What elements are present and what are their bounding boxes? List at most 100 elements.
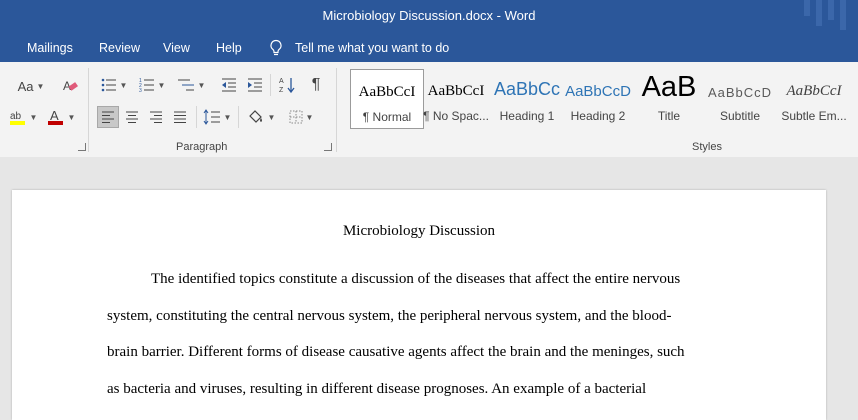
chevron-down-icon: ▼ bbox=[305, 112, 314, 122]
style-name: Heading 2 bbox=[570, 109, 626, 123]
align-right-button[interactable] bbox=[145, 106, 167, 128]
ribbon-tab-bar: Mailings Review View Help Tell me what y… bbox=[0, 34, 858, 62]
line-spacing-icon bbox=[203, 109, 220, 125]
style-heading-1[interactable]: AaBbCc Heading 1 bbox=[491, 69, 563, 129]
chevron-down-icon: ▼ bbox=[36, 81, 45, 91]
svg-text:A: A bbox=[50, 108, 59, 123]
numbering-button[interactable]: 1 2 3 ▼ bbox=[136, 75, 168, 95]
style-name: ¶ No Spac... bbox=[423, 109, 489, 123]
styles-group-label: Styles bbox=[692, 141, 722, 153]
paragraph-group-label: Paragraph bbox=[176, 141, 228, 153]
highlighter-icon: ab bbox=[9, 111, 25, 125]
style-preview: AaBbCcI bbox=[358, 84, 416, 100]
styles-gallery: AaBbCcI ¶ Normal AaBbCcI ¶ No Spac... Aa… bbox=[346, 69, 858, 129]
title-bar-decoration bbox=[828, 0, 834, 20]
body-line: brain barrier. Different forms of diseas… bbox=[107, 344, 685, 360]
justify-button[interactable] bbox=[169, 106, 191, 128]
body-line: as bacteria and viruses, resulting in di… bbox=[107, 381, 647, 397]
chevron-down-icon: ▼ bbox=[157, 80, 166, 90]
change-case-label: Aa bbox=[17, 78, 34, 94]
body-line: The identified topics constitute a discu… bbox=[151, 271, 681, 287]
highlight-color-button[interactable]: ab ▼ bbox=[6, 107, 40, 127]
align-center-icon bbox=[126, 111, 138, 123]
tab-review[interactable]: Review bbox=[99, 41, 140, 55]
pilcrow-icon: ¶ bbox=[311, 76, 321, 93]
chevron-down-icon: ▼ bbox=[267, 112, 276, 122]
tell-me-search[interactable]: Tell me what you want to do bbox=[295, 41, 449, 55]
title-bar: Microbiology Discussion.docx - Word bbox=[0, 0, 858, 34]
document-title: Microbiology Discussion bbox=[342, 223, 496, 239]
bullets-icon bbox=[101, 78, 116, 92]
document-canvas: Microbiology Discussion The identified t… bbox=[0, 157, 858, 420]
chevron-down-icon: ▼ bbox=[223, 112, 232, 122]
group-separator bbox=[88, 68, 89, 152]
ribbon: Aa ▼ A ab ▼ A ▼ ▼ 1 2 3 ▼ ▼ A Z ¶ ▼ ▼ ▼ … bbox=[0, 62, 858, 158]
tab-mailings[interactable]: Mailings bbox=[27, 41, 73, 55]
style-name: Subtle Em... bbox=[781, 109, 847, 123]
lightbulb-icon[interactable] bbox=[269, 39, 283, 57]
line-spacing-button[interactable]: ▼ bbox=[200, 106, 234, 128]
style-name: Subtitle bbox=[719, 109, 761, 123]
group-separator bbox=[336, 68, 337, 152]
style-title[interactable]: AaB Title bbox=[633, 69, 705, 129]
style-preview: AaBbCcI bbox=[786, 83, 842, 99]
justify-icon bbox=[174, 111, 186, 123]
group-separator bbox=[270, 74, 271, 96]
align-right-icon bbox=[150, 111, 162, 123]
title-bar-decoration bbox=[804, 0, 810, 16]
style-heading-2[interactable]: AaBbCcD Heading 2 bbox=[562, 69, 634, 129]
multilevel-list-icon bbox=[177, 79, 194, 91]
paragraph-dialog-launcher[interactable] bbox=[324, 143, 332, 151]
svg-text:A: A bbox=[279, 78, 284, 85]
style-name: Heading 1 bbox=[499, 109, 555, 123]
body-line: system, constituting the central nervous… bbox=[107, 308, 672, 324]
font-color-button[interactable]: A ▼ bbox=[44, 107, 78, 127]
numbering-icon: 1 2 3 bbox=[139, 78, 154, 93]
clear-formatting-button[interactable]: A bbox=[59, 76, 81, 96]
paint-bucket-icon bbox=[248, 110, 262, 123]
sort-button[interactable]: A Z bbox=[276, 75, 298, 95]
font-color-icon: A bbox=[47, 108, 63, 125]
font-dialog-launcher[interactable] bbox=[78, 143, 86, 151]
window-title: Microbiology Discussion.docx - Word bbox=[322, 8, 536, 23]
eraser-icon: A bbox=[63, 79, 78, 93]
group-separator bbox=[238, 106, 239, 128]
style-name: ¶ Normal bbox=[362, 110, 412, 124]
borders-button[interactable]: ▼ bbox=[284, 106, 318, 128]
style-preview: AaBbCcI bbox=[427, 83, 485, 99]
style-subtle-emphasis[interactable]: AaBbCcI Subtle Em... bbox=[778, 69, 850, 129]
svg-text:3: 3 bbox=[139, 88, 142, 93]
document-page[interactable]: Microbiology Discussion The identified t… bbox=[12, 190, 826, 420]
style-normal[interactable]: AaBbCcI ¶ Normal bbox=[350, 69, 424, 129]
svg-text:Z: Z bbox=[279, 87, 284, 94]
chevron-down-icon: ▼ bbox=[119, 80, 128, 90]
align-left-button[interactable] bbox=[97, 106, 119, 128]
increase-indent-button[interactable] bbox=[244, 75, 266, 95]
style-subtitle[interactable]: AaBbCcD Subtitle bbox=[704, 69, 776, 129]
style-preview: AaBbCcD bbox=[565, 83, 631, 100]
tab-view[interactable]: View bbox=[163, 41, 190, 55]
shading-button[interactable]: ▼ bbox=[244, 106, 278, 128]
style-preview: AaB bbox=[641, 71, 697, 103]
chevron-down-icon: ▼ bbox=[67, 112, 76, 122]
title-bar-decoration bbox=[816, 0, 822, 26]
show-formatting-marks-button[interactable]: ¶ bbox=[306, 75, 326, 95]
chevron-down-icon: ▼ bbox=[197, 80, 206, 90]
decrease-indent-icon bbox=[222, 78, 236, 92]
borders-icon bbox=[289, 110, 303, 124]
bullets-button[interactable]: ▼ bbox=[98, 75, 130, 95]
align-left-icon bbox=[102, 111, 114, 123]
style-preview: AaBbCcD bbox=[707, 85, 773, 100]
style-no-spacing[interactable]: AaBbCcI ¶ No Spac... bbox=[420, 69, 492, 129]
tab-help[interactable]: Help bbox=[216, 41, 242, 55]
multilevel-list-button[interactable]: ▼ bbox=[174, 75, 208, 95]
chevron-down-icon: ▼ bbox=[29, 112, 38, 122]
change-case-button[interactable]: Aa ▼ bbox=[14, 77, 48, 95]
decrease-indent-button[interactable] bbox=[218, 75, 240, 95]
increase-indent-icon bbox=[248, 78, 262, 92]
group-separator bbox=[196, 106, 197, 128]
align-center-button[interactable] bbox=[121, 106, 143, 128]
svg-text:ab: ab bbox=[10, 111, 22, 122]
style-preview: AaBbCc bbox=[493, 79, 561, 99]
style-name: Title bbox=[657, 109, 681, 123]
